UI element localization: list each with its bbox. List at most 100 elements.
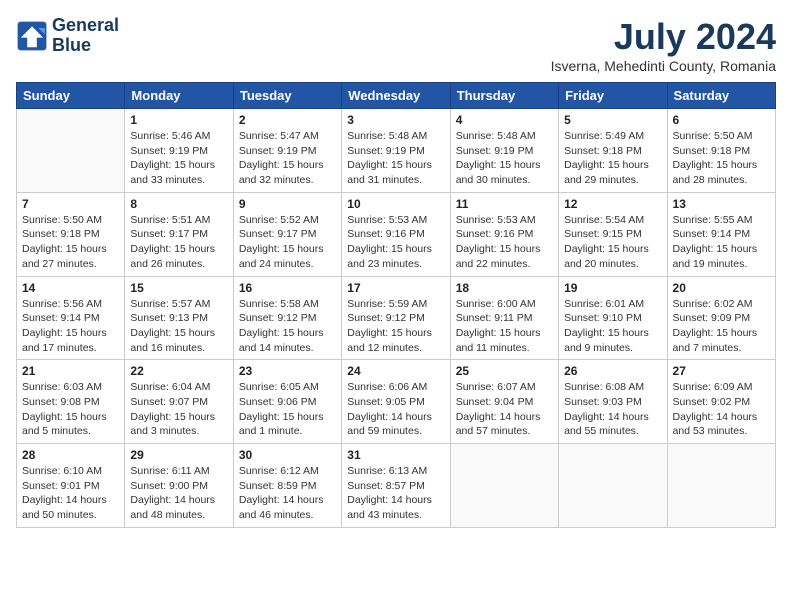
day-cell: 31 Sunrise: 6:13 AM Sunset: 8:57 PM Dayl… bbox=[342, 444, 450, 528]
day-cell: 13 Sunrise: 5:55 AM Sunset: 9:14 PM Dayl… bbox=[667, 192, 775, 276]
logo-icon bbox=[16, 20, 48, 52]
day-cell: 29 Sunrise: 6:11 AM Sunset: 9:00 PM Dayl… bbox=[125, 444, 233, 528]
day-info: Sunrise: 5:50 AM Sunset: 9:18 PM Dayligh… bbox=[22, 213, 119, 272]
day-number: 24 bbox=[347, 364, 444, 378]
day-cell: 27 Sunrise: 6:09 AM Sunset: 9:02 PM Dayl… bbox=[667, 360, 775, 444]
day-cell: 9 Sunrise: 5:52 AM Sunset: 9:17 PM Dayli… bbox=[233, 192, 341, 276]
day-cell: 28 Sunrise: 6:10 AM Sunset: 9:01 PM Dayl… bbox=[17, 444, 125, 528]
day-cell: 8 Sunrise: 5:51 AM Sunset: 9:17 PM Dayli… bbox=[125, 192, 233, 276]
day-cell: 7 Sunrise: 5:50 AM Sunset: 9:18 PM Dayli… bbox=[17, 192, 125, 276]
day-cell: 11 Sunrise: 5:53 AM Sunset: 9:16 PM Dayl… bbox=[450, 192, 558, 276]
day-number: 5 bbox=[564, 113, 661, 127]
day-info: Sunrise: 6:11 AM Sunset: 9:00 PM Dayligh… bbox=[130, 464, 227, 523]
day-cell bbox=[450, 444, 558, 528]
day-number: 13 bbox=[673, 197, 770, 211]
day-cell: 26 Sunrise: 6:08 AM Sunset: 9:03 PM Dayl… bbox=[559, 360, 667, 444]
day-number: 1 bbox=[130, 113, 227, 127]
day-info: Sunrise: 6:02 AM Sunset: 9:09 PM Dayligh… bbox=[673, 297, 770, 356]
day-info: Sunrise: 6:01 AM Sunset: 9:10 PM Dayligh… bbox=[564, 297, 661, 356]
day-number: 4 bbox=[456, 113, 553, 127]
logo: General Blue bbox=[16, 16, 119, 56]
day-info: Sunrise: 5:54 AM Sunset: 9:15 PM Dayligh… bbox=[564, 213, 661, 272]
day-number: 26 bbox=[564, 364, 661, 378]
day-number: 12 bbox=[564, 197, 661, 211]
day-cell: 30 Sunrise: 6:12 AM Sunset: 8:59 PM Dayl… bbox=[233, 444, 341, 528]
calendar-table: SundayMondayTuesdayWednesdayThursdayFrid… bbox=[16, 82, 776, 528]
day-number: 28 bbox=[22, 448, 119, 462]
week-row-5: 28 Sunrise: 6:10 AM Sunset: 9:01 PM Dayl… bbox=[17, 444, 776, 528]
day-cell: 6 Sunrise: 5:50 AM Sunset: 9:18 PM Dayli… bbox=[667, 109, 775, 193]
day-number: 20 bbox=[673, 281, 770, 295]
day-cell: 12 Sunrise: 5:54 AM Sunset: 9:15 PM Dayl… bbox=[559, 192, 667, 276]
day-number: 8 bbox=[130, 197, 227, 211]
day-number: 23 bbox=[239, 364, 336, 378]
day-cell: 21 Sunrise: 6:03 AM Sunset: 9:08 PM Dayl… bbox=[17, 360, 125, 444]
day-info: Sunrise: 6:04 AM Sunset: 9:07 PM Dayligh… bbox=[130, 380, 227, 439]
week-row-2: 7 Sunrise: 5:50 AM Sunset: 9:18 PM Dayli… bbox=[17, 192, 776, 276]
header-friday: Friday bbox=[559, 83, 667, 109]
day-number: 3 bbox=[347, 113, 444, 127]
day-cell: 1 Sunrise: 5:46 AM Sunset: 9:19 PM Dayli… bbox=[125, 109, 233, 193]
day-info: Sunrise: 6:06 AM Sunset: 9:05 PM Dayligh… bbox=[347, 380, 444, 439]
day-cell: 23 Sunrise: 6:05 AM Sunset: 9:06 PM Dayl… bbox=[233, 360, 341, 444]
page-header: General Blue July 2024 Isverna, Mehedint… bbox=[16, 16, 776, 74]
header-monday: Monday bbox=[125, 83, 233, 109]
day-cell: 16 Sunrise: 5:58 AM Sunset: 9:12 PM Dayl… bbox=[233, 276, 341, 360]
day-info: Sunrise: 5:55 AM Sunset: 9:14 PM Dayligh… bbox=[673, 213, 770, 272]
day-cell bbox=[667, 444, 775, 528]
week-row-4: 21 Sunrise: 6:03 AM Sunset: 9:08 PM Dayl… bbox=[17, 360, 776, 444]
day-info: Sunrise: 5:48 AM Sunset: 9:19 PM Dayligh… bbox=[456, 129, 553, 188]
calendar-header-row: SundayMondayTuesdayWednesdayThursdayFrid… bbox=[17, 83, 776, 109]
day-info: Sunrise: 5:48 AM Sunset: 9:19 PM Dayligh… bbox=[347, 129, 444, 188]
header-wednesday: Wednesday bbox=[342, 83, 450, 109]
day-cell: 17 Sunrise: 5:59 AM Sunset: 9:12 PM Dayl… bbox=[342, 276, 450, 360]
month-title: July 2024 bbox=[551, 16, 776, 58]
day-info: Sunrise: 5:57 AM Sunset: 9:13 PM Dayligh… bbox=[130, 297, 227, 356]
week-row-3: 14 Sunrise: 5:56 AM Sunset: 9:14 PM Dayl… bbox=[17, 276, 776, 360]
day-info: Sunrise: 5:46 AM Sunset: 9:19 PM Dayligh… bbox=[130, 129, 227, 188]
day-number: 11 bbox=[456, 197, 553, 211]
week-row-1: 1 Sunrise: 5:46 AM Sunset: 9:19 PM Dayli… bbox=[17, 109, 776, 193]
day-info: Sunrise: 5:56 AM Sunset: 9:14 PM Dayligh… bbox=[22, 297, 119, 356]
header-tuesday: Tuesday bbox=[233, 83, 341, 109]
day-info: Sunrise: 6:13 AM Sunset: 8:57 PM Dayligh… bbox=[347, 464, 444, 523]
day-info: Sunrise: 5:59 AM Sunset: 9:12 PM Dayligh… bbox=[347, 297, 444, 356]
day-info: Sunrise: 5:52 AM Sunset: 9:17 PM Dayligh… bbox=[239, 213, 336, 272]
day-cell: 19 Sunrise: 6:01 AM Sunset: 9:10 PM Dayl… bbox=[559, 276, 667, 360]
day-number: 30 bbox=[239, 448, 336, 462]
location-subtitle: Isverna, Mehedinti County, Romania bbox=[551, 58, 776, 74]
day-number: 10 bbox=[347, 197, 444, 211]
day-info: Sunrise: 5:51 AM Sunset: 9:17 PM Dayligh… bbox=[130, 213, 227, 272]
day-info: Sunrise: 5:53 AM Sunset: 9:16 PM Dayligh… bbox=[456, 213, 553, 272]
day-info: Sunrise: 6:00 AM Sunset: 9:11 PM Dayligh… bbox=[456, 297, 553, 356]
day-info: Sunrise: 6:05 AM Sunset: 9:06 PM Dayligh… bbox=[239, 380, 336, 439]
day-number: 9 bbox=[239, 197, 336, 211]
day-cell: 22 Sunrise: 6:04 AM Sunset: 9:07 PM Dayl… bbox=[125, 360, 233, 444]
day-info: Sunrise: 6:10 AM Sunset: 9:01 PM Dayligh… bbox=[22, 464, 119, 523]
day-cell: 18 Sunrise: 6:00 AM Sunset: 9:11 PM Dayl… bbox=[450, 276, 558, 360]
day-cell: 14 Sunrise: 5:56 AM Sunset: 9:14 PM Dayl… bbox=[17, 276, 125, 360]
day-number: 17 bbox=[347, 281, 444, 295]
day-info: Sunrise: 5:58 AM Sunset: 9:12 PM Dayligh… bbox=[239, 297, 336, 356]
day-number: 25 bbox=[456, 364, 553, 378]
logo-line2: Blue bbox=[52, 36, 119, 56]
day-number: 29 bbox=[130, 448, 227, 462]
day-cell: 4 Sunrise: 5:48 AM Sunset: 9:19 PM Dayli… bbox=[450, 109, 558, 193]
day-number: 21 bbox=[22, 364, 119, 378]
day-info: Sunrise: 6:12 AM Sunset: 8:59 PM Dayligh… bbox=[239, 464, 336, 523]
day-cell: 3 Sunrise: 5:48 AM Sunset: 9:19 PM Dayli… bbox=[342, 109, 450, 193]
day-cell: 2 Sunrise: 5:47 AM Sunset: 9:19 PM Dayli… bbox=[233, 109, 341, 193]
day-cell bbox=[559, 444, 667, 528]
day-cell: 20 Sunrise: 6:02 AM Sunset: 9:09 PM Dayl… bbox=[667, 276, 775, 360]
day-number: 16 bbox=[239, 281, 336, 295]
day-info: Sunrise: 6:08 AM Sunset: 9:03 PM Dayligh… bbox=[564, 380, 661, 439]
logo-text: General Blue bbox=[52, 16, 119, 56]
logo-line1: General bbox=[52, 16, 119, 36]
day-info: Sunrise: 6:09 AM Sunset: 9:02 PM Dayligh… bbox=[673, 380, 770, 439]
day-cell: 5 Sunrise: 5:49 AM Sunset: 9:18 PM Dayli… bbox=[559, 109, 667, 193]
day-info: Sunrise: 5:49 AM Sunset: 9:18 PM Dayligh… bbox=[564, 129, 661, 188]
day-cell: 15 Sunrise: 5:57 AM Sunset: 9:13 PM Dayl… bbox=[125, 276, 233, 360]
day-number: 27 bbox=[673, 364, 770, 378]
day-cell: 25 Sunrise: 6:07 AM Sunset: 9:04 PM Dayl… bbox=[450, 360, 558, 444]
day-number: 15 bbox=[130, 281, 227, 295]
